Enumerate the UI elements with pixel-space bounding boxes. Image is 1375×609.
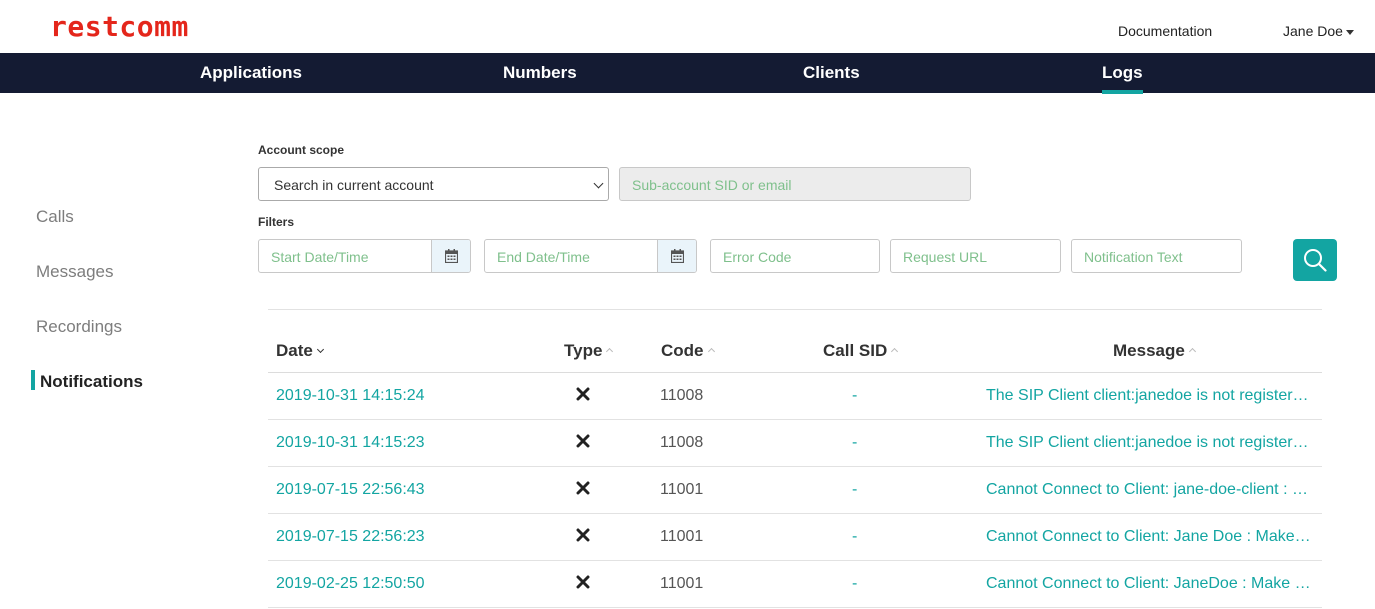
notification-text-input[interactable]: Notification Text <box>1071 239 1242 273</box>
row-call-sid[interactable]: - <box>852 575 857 593</box>
row-date-link[interactable]: 2019-07-15 22:56:23 <box>276 528 425 546</box>
start-date-calendar-button[interactable] <box>431 240 470 272</box>
account-scope-label: Account scope <box>258 143 345 157</box>
main-navbar: Applications Numbers Clients Logs <box>0 53 1375 94</box>
restcomm-logo[interactable]: restcomm <box>50 10 189 43</box>
subaccount-input[interactable]: Sub-account SID or email <box>619 167 971 201</box>
user-menu[interactable]: Jane Doe <box>1283 23 1354 39</box>
row-code: 11001 <box>660 575 704 592</box>
nav-clients[interactable]: Clients <box>803 63 860 83</box>
row-code: 11008 <box>660 434 704 451</box>
search-button[interactable] <box>1293 239 1337 281</box>
search-icon <box>1304 249 1327 272</box>
sidebar-active-indicator <box>31 370 35 390</box>
error-x-icon <box>576 481 590 495</box>
sort-asc-icon <box>1188 347 1196 356</box>
table-row: 2019-10-31 14:15:24 11008 - The SIP Clie… <box>268 373 1322 420</box>
column-header-date-label: Date <box>276 341 313 360</box>
sidebar-item-recordings[interactable]: Recordings <box>36 317 122 337</box>
documentation-link[interactable]: Documentation <box>1118 23 1212 39</box>
row-call-sid[interactable]: - <box>852 481 857 499</box>
column-header-type-label: Type <box>564 341 603 360</box>
row-date-link[interactable]: 2019-10-31 14:15:24 <box>276 387 425 405</box>
table-row: 2019-10-31 14:15:23 11008 - The SIP Clie… <box>268 420 1322 467</box>
chevron-down-icon <box>1345 29 1354 35</box>
row-code: 11001 <box>660 481 704 498</box>
sidebar-item-messages[interactable]: Messages <box>36 262 113 282</box>
row-message-link[interactable]: The SIP Client client:janedoe is not reg… <box>986 434 1312 452</box>
column-header-code-label: Code <box>661 341 704 360</box>
account-scope-select[interactable]: Search in current account <box>258 167 609 201</box>
row-call-sid[interactable]: - <box>852 528 857 546</box>
column-header-call-sid[interactable]: Call SID <box>823 341 899 361</box>
sidebar-item-calls[interactable]: Calls <box>36 207 74 227</box>
error-x-icon <box>576 528 590 542</box>
start-date-placeholder: Start Date/Time <box>271 249 369 265</box>
row-date-link[interactable]: 2019-02-25 12:50:50 <box>276 575 425 593</box>
nav-numbers[interactable]: Numbers <box>503 63 577 83</box>
start-date-input[interactable]: Start Date/Time <box>258 239 471 273</box>
row-call-sid[interactable]: - <box>852 434 857 452</box>
sort-asc-icon <box>707 347 715 356</box>
table-row: 2019-02-25 12:50:50 11001 - Cannot Conne… <box>268 561 1322 608</box>
calendar-icon <box>445 249 458 263</box>
chevron-down-icon <box>593 178 604 189</box>
sidebar-item-notifications[interactable]: Notifications <box>40 372 143 392</box>
error-x-icon <box>576 387 590 401</box>
table-row: 2019-07-15 22:56:23 11001 - Cannot Conne… <box>268 514 1322 561</box>
sort-desc-icon <box>316 345 324 354</box>
end-date-placeholder: End Date/Time <box>497 249 590 265</box>
user-name: Jane Doe <box>1283 23 1343 39</box>
row-code: 11008 <box>660 387 704 404</box>
row-message-link[interactable]: Cannot Connect to Client: jane-doe-clien… <box>986 481 1312 499</box>
table-row: 2019-07-15 22:56:43 11001 - Cannot Conne… <box>268 467 1322 514</box>
row-code: 11001 <box>660 528 704 545</box>
column-header-message-label: Message <box>1113 341 1185 360</box>
column-header-date[interactable]: Date <box>276 341 324 361</box>
end-date-input[interactable]: End Date/Time <box>484 239 697 273</box>
calendar-icon <box>671 249 684 263</box>
error-x-icon <box>576 434 590 448</box>
nav-logs[interactable]: Logs <box>1102 63 1143 94</box>
error-x-icon <box>576 575 590 589</box>
top-bar: restcomm Documentation Jane Doe <box>0 0 1375 53</box>
sort-asc-icon <box>606 347 614 356</box>
row-date-link[interactable]: 2019-10-31 14:15:23 <box>276 434 425 452</box>
row-date-link[interactable]: 2019-07-15 22:56:43 <box>276 481 425 499</box>
end-date-calendar-button[interactable] <box>657 240 696 272</box>
column-header-call-sid-label: Call SID <box>823 341 888 360</box>
error-code-input[interactable]: Error Code <box>710 239 880 273</box>
nav-applications[interactable]: Applications <box>200 63 302 83</box>
column-header-type[interactable]: Type <box>564 341 614 361</box>
filters-divider <box>268 309 1322 310</box>
sort-asc-icon <box>891 347 899 356</box>
row-message-link[interactable]: Cannot Connect to Client: Jane Doe : Mak… <box>986 528 1312 546</box>
filters-label: Filters <box>258 215 295 229</box>
row-message-link[interactable]: The SIP Client client:janedoe is not reg… <box>986 387 1312 405</box>
account-scope-value: Search in current account <box>274 177 434 193</box>
row-message-link[interactable]: Cannot Connect to Client: JaneDoe : Make… <box>986 575 1312 593</box>
request-url-input[interactable]: Request URL <box>890 239 1061 273</box>
column-header-code[interactable]: Code <box>661 341 715 361</box>
row-call-sid[interactable]: - <box>852 387 857 405</box>
column-header-message[interactable]: Message <box>1113 341 1196 361</box>
